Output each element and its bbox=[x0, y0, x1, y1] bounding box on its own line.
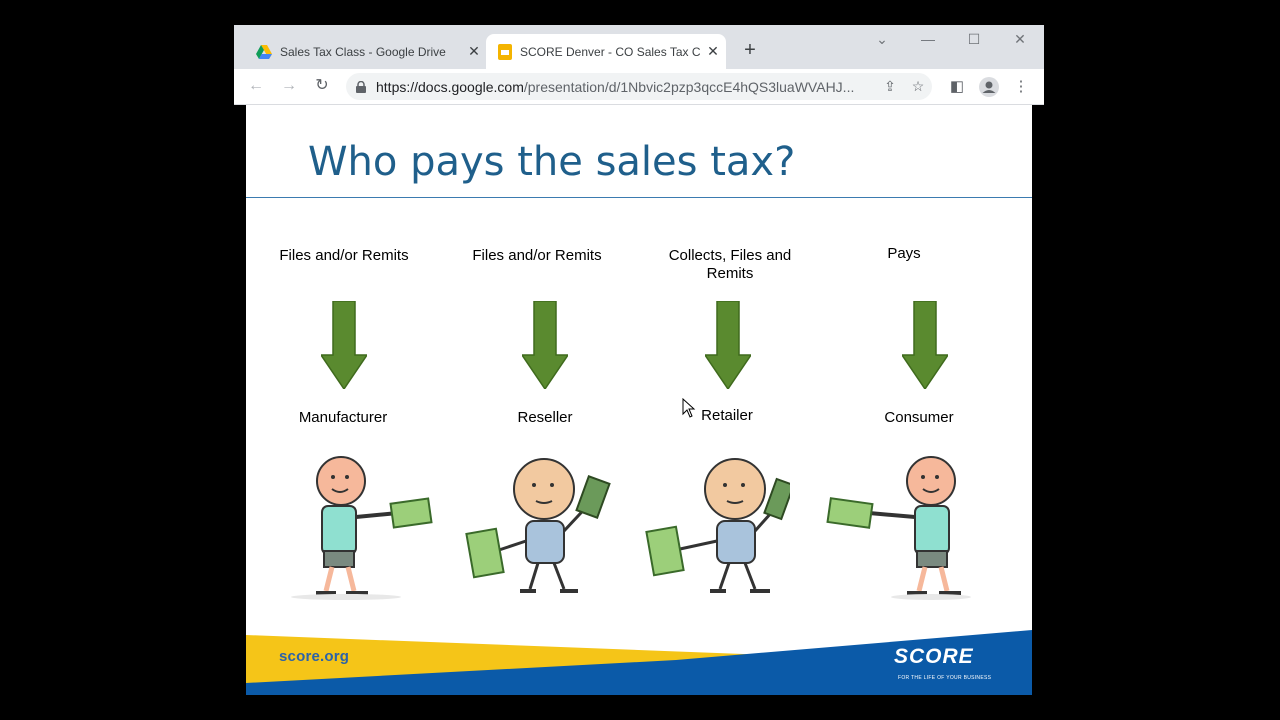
minimize-icon[interactable]: — bbox=[916, 31, 940, 47]
tab-google-drive[interactable]: Sales Tax Class - Google Drive ✕ bbox=[242, 34, 487, 69]
entity-label-reseller: Reseller bbox=[517, 409, 573, 426]
close-tab-icon[interactable]: ✕ bbox=[700, 43, 726, 60]
menu-kebab-icon[interactable]: ⋮ bbox=[1010, 77, 1032, 97]
tab-title: SCORE Denver - CO Sales Tax Co bbox=[520, 44, 700, 59]
maximize-icon[interactable]: ☐ bbox=[962, 31, 986, 48]
back-icon[interactable]: ← bbox=[244, 75, 268, 97]
browser-toolbar: ← → ↻ https://docs.google.com/presentati… bbox=[234, 69, 1044, 105]
tab-strip: Sales Tax Class - Google Drive ✕ SCORE D… bbox=[234, 25, 1044, 69]
mouse-cursor-icon bbox=[682, 398, 696, 418]
address-bar[interactable]: https://docs.google.com/presentation/d/1… bbox=[346, 73, 932, 100]
entity-label-consumer: Consumer bbox=[884, 409, 954, 426]
new-tab-button[interactable]: + bbox=[738, 39, 762, 62]
down-arrow-icon bbox=[522, 301, 568, 389]
manufacturer-giving-money-illustration bbox=[291, 456, 433, 600]
forward-icon[interactable]: → bbox=[277, 75, 301, 97]
reseller-with-money-illustration bbox=[465, 458, 611, 593]
down-arrow-icon bbox=[321, 301, 367, 389]
role-label-retailer: Collects, Files and Remits bbox=[668, 247, 792, 282]
tab-title: Sales Tax Class - Google Drive bbox=[280, 44, 446, 59]
close-window-icon[interactable]: ✕ bbox=[1008, 31, 1032, 48]
role-label-reseller: Files and/or Remits bbox=[472, 247, 602, 264]
entity-label-manufacturer: Manufacturer bbox=[298, 409, 388, 426]
profile-avatar-icon[interactable] bbox=[978, 77, 1000, 97]
browser-window: Sales Tax Class - Google Drive ✕ SCORE D… bbox=[234, 25, 1044, 695]
footer-url: score.org bbox=[279, 648, 350, 665]
reload-icon[interactable]: ↻ bbox=[310, 75, 334, 97]
slide-title: Who pays the sales tax? bbox=[308, 139, 796, 185]
presentation-viewport: Who pays the sales tax? Files and/or Rem… bbox=[234, 105, 1044, 695]
down-arrow-icon bbox=[705, 301, 751, 389]
close-tab-icon[interactable]: ✕ bbox=[461, 43, 487, 60]
retailer-with-money-illustration bbox=[645, 458, 790, 593]
tab-slides[interactable]: SCORE Denver - CO Sales Tax Co ✕ bbox=[486, 34, 726, 69]
title-divider bbox=[246, 197, 1032, 198]
consumer-paying-illustration bbox=[826, 456, 971, 600]
share-icon[interactable]: ⇪ bbox=[876, 78, 904, 95]
role-label-manufacturer: Files and/or Remits bbox=[279, 247, 409, 264]
side-panel-icon[interactable]: ◧ bbox=[946, 77, 968, 97]
url-text: https://docs.google.com/presentation/d/1… bbox=[376, 78, 855, 95]
score-logo: SCORE bbox=[894, 645, 974, 668]
role-label-consumer: Pays bbox=[887, 245, 921, 262]
score-tagline: FOR THE LIFE OF YOUR BUSINESS bbox=[898, 675, 992, 681]
down-arrow-icon bbox=[902, 301, 948, 389]
google-slides-icon bbox=[498, 43, 512, 60]
lock-icon bbox=[356, 80, 366, 93]
star-icon[interactable]: ☆ bbox=[904, 78, 932, 95]
google-drive-icon bbox=[256, 44, 272, 59]
slide: Who pays the sales tax? Files and/or Rem… bbox=[246, 105, 1032, 695]
tab-search-icon[interactable]: ⌄ bbox=[870, 31, 894, 48]
